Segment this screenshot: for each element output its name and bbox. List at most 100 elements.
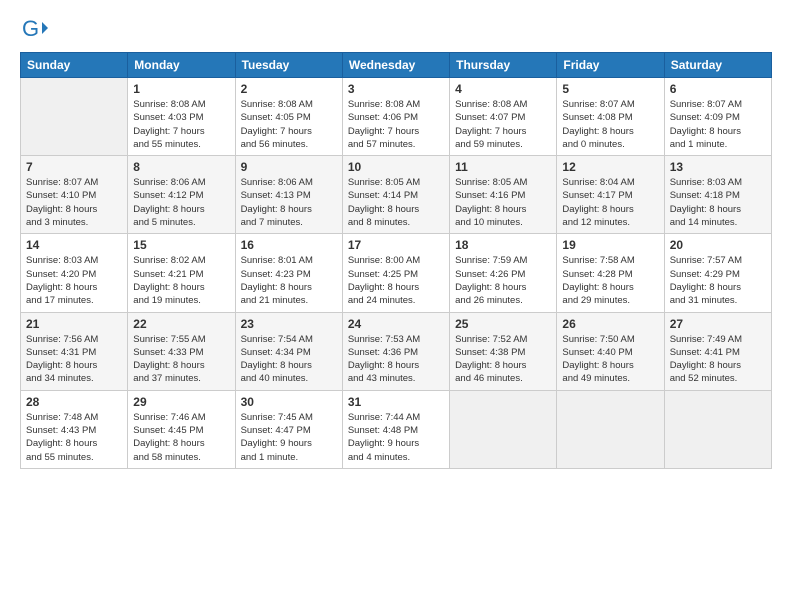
day-info: Sunrise: 8:05 AM Sunset: 4:14 PM Dayligh… bbox=[348, 176, 444, 229]
day-number: 17 bbox=[348, 238, 444, 252]
day-number: 30 bbox=[241, 395, 337, 409]
weekday-header: Sunday bbox=[21, 53, 128, 78]
day-number: 12 bbox=[562, 160, 658, 174]
day-number: 20 bbox=[670, 238, 766, 252]
day-info: Sunrise: 8:07 AM Sunset: 4:08 PM Dayligh… bbox=[562, 98, 658, 151]
calendar-cell bbox=[664, 390, 771, 468]
calendar-cell: 1 Sunrise: 8:08 AM Sunset: 4:03 PM Daylig… bbox=[128, 78, 235, 156]
day-number: 31 bbox=[348, 395, 444, 409]
weekday-header: Monday bbox=[128, 53, 235, 78]
day-number: 29 bbox=[133, 395, 229, 409]
calendar-cell: 15 Sunrise: 8:02 AM Sunset: 4:21 PM Dayli… bbox=[128, 234, 235, 312]
calendar-cell: 18 Sunrise: 7:59 AM Sunset: 4:26 PM Dayli… bbox=[450, 234, 557, 312]
day-number: 16 bbox=[241, 238, 337, 252]
day-info: Sunrise: 7:57 AM Sunset: 4:29 PM Dayligh… bbox=[670, 254, 766, 307]
calendar-cell: 6 Sunrise: 8:07 AM Sunset: 4:09 PM Daylig… bbox=[664, 78, 771, 156]
calendar-cell: 14Sunrise: 8:03 AM Sunset: 4:20 PM Dayli… bbox=[21, 234, 128, 312]
day-info: Sunrise: 8:07 AM Sunset: 4:10 PM Dayligh… bbox=[26, 176, 122, 229]
day-info: Sunrise: 7:59 AM Sunset: 4:26 PM Dayligh… bbox=[455, 254, 551, 307]
day-info: Sunrise: 8:06 AM Sunset: 4:13 PM Dayligh… bbox=[241, 176, 337, 229]
calendar-cell: 16 Sunrise: 8:01 AM Sunset: 4:23 PM Dayli… bbox=[235, 234, 342, 312]
day-info: Sunrise: 7:46 AM Sunset: 4:45 PM Dayligh… bbox=[133, 411, 229, 464]
day-info: Sunrise: 8:01 AM Sunset: 4:23 PM Dayligh… bbox=[241, 254, 337, 307]
calendar-cell: 7Sunrise: 8:07 AM Sunset: 4:10 PM Daylig… bbox=[21, 156, 128, 234]
day-number: 1 bbox=[133, 82, 229, 96]
day-info: Sunrise: 7:50 AM Sunset: 4:40 PM Dayligh… bbox=[562, 333, 658, 386]
day-number: 25 bbox=[455, 317, 551, 331]
svg-text:G: G bbox=[22, 16, 39, 41]
day-info: Sunrise: 7:48 AM Sunset: 4:43 PM Dayligh… bbox=[26, 411, 122, 464]
day-info: Sunrise: 8:00 AM Sunset: 4:25 PM Dayligh… bbox=[348, 254, 444, 307]
weekday-header: Thursday bbox=[450, 53, 557, 78]
calendar-cell: 22 Sunrise: 7:55 AM Sunset: 4:33 PM Dayli… bbox=[128, 312, 235, 390]
day-info: Sunrise: 7:49 AM Sunset: 4:41 PM Dayligh… bbox=[670, 333, 766, 386]
day-number: 21 bbox=[26, 317, 122, 331]
day-number: 19 bbox=[562, 238, 658, 252]
day-info: Sunrise: 8:03 AM Sunset: 4:18 PM Dayligh… bbox=[670, 176, 766, 229]
day-number: 27 bbox=[670, 317, 766, 331]
day-info: Sunrise: 7:54 AM Sunset: 4:34 PM Dayligh… bbox=[241, 333, 337, 386]
day-number: 5 bbox=[562, 82, 658, 96]
day-info: Sunrise: 7:56 AM Sunset: 4:31 PM Dayligh… bbox=[26, 333, 122, 386]
calendar-cell: 2Sunrise: 8:08 AM Sunset: 4:05 PM Daylig… bbox=[235, 78, 342, 156]
calendar-cell: 5 Sunrise: 8:07 AM Sunset: 4:08 PM Daylig… bbox=[557, 78, 664, 156]
calendar-cell: 29 Sunrise: 7:46 AM Sunset: 4:45 PM Dayli… bbox=[128, 390, 235, 468]
calendar-table: SundayMondayTuesdayWednesdayThursdayFrid… bbox=[20, 52, 772, 469]
calendar-cell: 3Sunrise: 8:08 AM Sunset: 4:06 PM Daylig… bbox=[342, 78, 449, 156]
day-number: 24 bbox=[348, 317, 444, 331]
day-info: Sunrise: 8:08 AM Sunset: 4:07 PM Dayligh… bbox=[455, 98, 551, 151]
calendar-cell: 17 Sunrise: 8:00 AM Sunset: 4:25 PM Dayli… bbox=[342, 234, 449, 312]
calendar-cell: 24 Sunrise: 7:53 AM Sunset: 4:36 PM Dayli… bbox=[342, 312, 449, 390]
day-info: Sunrise: 8:02 AM Sunset: 4:21 PM Dayligh… bbox=[133, 254, 229, 307]
logo: G bbox=[20, 16, 52, 44]
calendar-cell bbox=[450, 390, 557, 468]
calendar-cell: 26 Sunrise: 7:50 AM Sunset: 4:40 PM Dayli… bbox=[557, 312, 664, 390]
weekday-header: Tuesday bbox=[235, 53, 342, 78]
calendar-cell: 12 Sunrise: 8:04 AM Sunset: 4:17 PM Dayli… bbox=[557, 156, 664, 234]
calendar-cell: 8 Sunrise: 8:06 AM Sunset: 4:12 PM Daylig… bbox=[128, 156, 235, 234]
day-number: 6 bbox=[670, 82, 766, 96]
calendar-cell: 23 Sunrise: 7:54 AM Sunset: 4:34 PM Dayli… bbox=[235, 312, 342, 390]
day-number: 10 bbox=[348, 160, 444, 174]
calendar-cell: 11 Sunrise: 8:05 AM Sunset: 4:16 PM Dayli… bbox=[450, 156, 557, 234]
calendar-cell: 30 Sunrise: 7:45 AM Sunset: 4:47 PM Dayli… bbox=[235, 390, 342, 468]
day-number: 18 bbox=[455, 238, 551, 252]
day-info: Sunrise: 8:08 AM Sunset: 4:03 PM Dayligh… bbox=[133, 98, 229, 151]
calendar-cell: 31 Sunrise: 7:44 AM Sunset: 4:48 PM Dayli… bbox=[342, 390, 449, 468]
weekday-header: Friday bbox=[557, 53, 664, 78]
day-info: Sunrise: 8:04 AM Sunset: 4:17 PM Dayligh… bbox=[562, 176, 658, 229]
calendar-cell: 9Sunrise: 8:06 AM Sunset: 4:13 PM Daylig… bbox=[235, 156, 342, 234]
day-number: 15 bbox=[133, 238, 229, 252]
calendar-cell: 4Sunrise: 8:08 AM Sunset: 4:07 PM Daylig… bbox=[450, 78, 557, 156]
day-info: Sunrise: 8:07 AM Sunset: 4:09 PM Dayligh… bbox=[670, 98, 766, 151]
weekday-header: Saturday bbox=[664, 53, 771, 78]
day-info: Sunrise: 7:55 AM Sunset: 4:33 PM Dayligh… bbox=[133, 333, 229, 386]
day-number: 11 bbox=[455, 160, 551, 174]
calendar-cell: 25Sunrise: 7:52 AM Sunset: 4:38 PM Dayli… bbox=[450, 312, 557, 390]
calendar-cell: 21 Sunrise: 7:56 AM Sunset: 4:31 PM Dayli… bbox=[21, 312, 128, 390]
calendar-cell: 20 Sunrise: 7:57 AM Sunset: 4:29 PM Dayli… bbox=[664, 234, 771, 312]
day-number: 28 bbox=[26, 395, 122, 409]
day-number: 13 bbox=[670, 160, 766, 174]
calendar-cell: 10 Sunrise: 8:05 AM Sunset: 4:14 PM Dayli… bbox=[342, 156, 449, 234]
calendar-cell: 19 Sunrise: 7:58 AM Sunset: 4:28 PM Dayli… bbox=[557, 234, 664, 312]
day-info: Sunrise: 8:05 AM Sunset: 4:16 PM Dayligh… bbox=[455, 176, 551, 229]
day-info: Sunrise: 7:53 AM Sunset: 4:36 PM Dayligh… bbox=[348, 333, 444, 386]
calendar-cell: 27 Sunrise: 7:49 AM Sunset: 4:41 PM Dayli… bbox=[664, 312, 771, 390]
day-info: Sunrise: 7:45 AM Sunset: 4:47 PM Dayligh… bbox=[241, 411, 337, 464]
page-header: G bbox=[20, 16, 772, 44]
calendar-cell: 13 Sunrise: 8:03 AM Sunset: 4:18 PM Dayli… bbox=[664, 156, 771, 234]
day-info: Sunrise: 7:58 AM Sunset: 4:28 PM Dayligh… bbox=[562, 254, 658, 307]
day-number: 23 bbox=[241, 317, 337, 331]
day-number: 2 bbox=[241, 82, 337, 96]
logo-icon: G bbox=[20, 16, 48, 44]
calendar-cell: 28 Sunrise: 7:48 AM Sunset: 4:43 PM Dayli… bbox=[21, 390, 128, 468]
calendar-cell bbox=[21, 78, 128, 156]
day-info: Sunrise: 8:06 AM Sunset: 4:12 PM Dayligh… bbox=[133, 176, 229, 229]
day-number: 8 bbox=[133, 160, 229, 174]
day-info: Sunrise: 7:44 AM Sunset: 4:48 PM Dayligh… bbox=[348, 411, 444, 464]
day-number: 26 bbox=[562, 317, 658, 331]
weekday-header: Wednesday bbox=[342, 53, 449, 78]
day-number: 14 bbox=[26, 238, 122, 252]
day-number: 22 bbox=[133, 317, 229, 331]
